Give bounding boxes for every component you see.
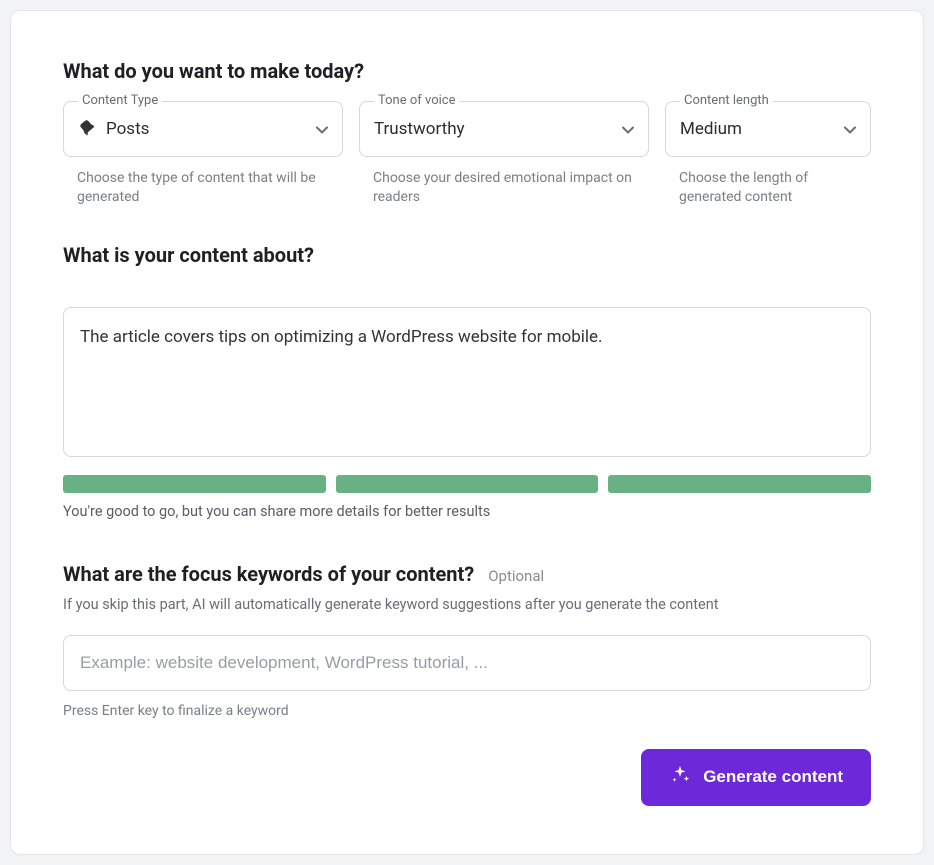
content-type-label: Content Type (78, 93, 162, 108)
content-type-value-wrap: Posts (78, 118, 149, 141)
progress-segment (336, 475, 599, 493)
keywords-hint: Press Enter key to finalize a keyword (63, 703, 871, 719)
generate-button[interactable]: Generate content (641, 749, 871, 806)
length-helper: Choose the length of generated content (665, 169, 871, 207)
generate-button-label: Generate content (703, 767, 843, 787)
caret-down-icon (316, 120, 328, 139)
action-row: Generate content (63, 749, 871, 806)
topic-textarea[interactable] (63, 307, 871, 457)
length-column: Content length Medium Choose the length … (665, 101, 871, 207)
tone-select[interactable]: Tone of voice Trustworthy (359, 101, 649, 157)
progress-bar (63, 475, 871, 493)
section-heading-make: What do you want to make today? (63, 59, 871, 83)
caret-down-icon (622, 120, 634, 139)
content-type-helper: Choose the type of content that will be … (63, 169, 343, 207)
keywords-subtext: If you skip this part, AI will automatic… (63, 596, 871, 613)
tone-column: Tone of voice Trustworthy Choose your de… (359, 101, 649, 207)
length-label: Content length (680, 93, 773, 108)
keywords-heading-row: What are the focus keywords of your cont… (63, 562, 871, 586)
optional-tag: Optional (488, 567, 544, 585)
keywords-input[interactable] (63, 635, 871, 691)
pin-icon (78, 118, 96, 141)
content-type-column: Content Type Posts Choose the type of co… (63, 101, 343, 207)
progress-segment (63, 475, 326, 493)
tone-helper: Choose your desired emotional impact on … (359, 169, 649, 207)
length-value: Medium (680, 119, 742, 139)
length-select[interactable]: Content length Medium (665, 101, 871, 157)
tone-label: Tone of voice (374, 93, 459, 108)
caret-down-icon (844, 120, 856, 139)
section-heading-keywords: What are the focus keywords of your cont… (63, 562, 474, 586)
progress-text: You're good to go, but you can share mor… (63, 503, 871, 520)
content-type-select[interactable]: Content Type Posts (63, 101, 343, 157)
progress-segment (608, 475, 871, 493)
content-type-value: Posts (106, 119, 149, 139)
section-heading-about: What is your content about? (63, 243, 871, 267)
sparkles-icon (669, 764, 691, 791)
content-generator-card: What do you want to make today? Content … (10, 10, 924, 855)
config-row: Content Type Posts Choose the type of co… (63, 101, 871, 207)
tone-value: Trustworthy (374, 119, 465, 139)
